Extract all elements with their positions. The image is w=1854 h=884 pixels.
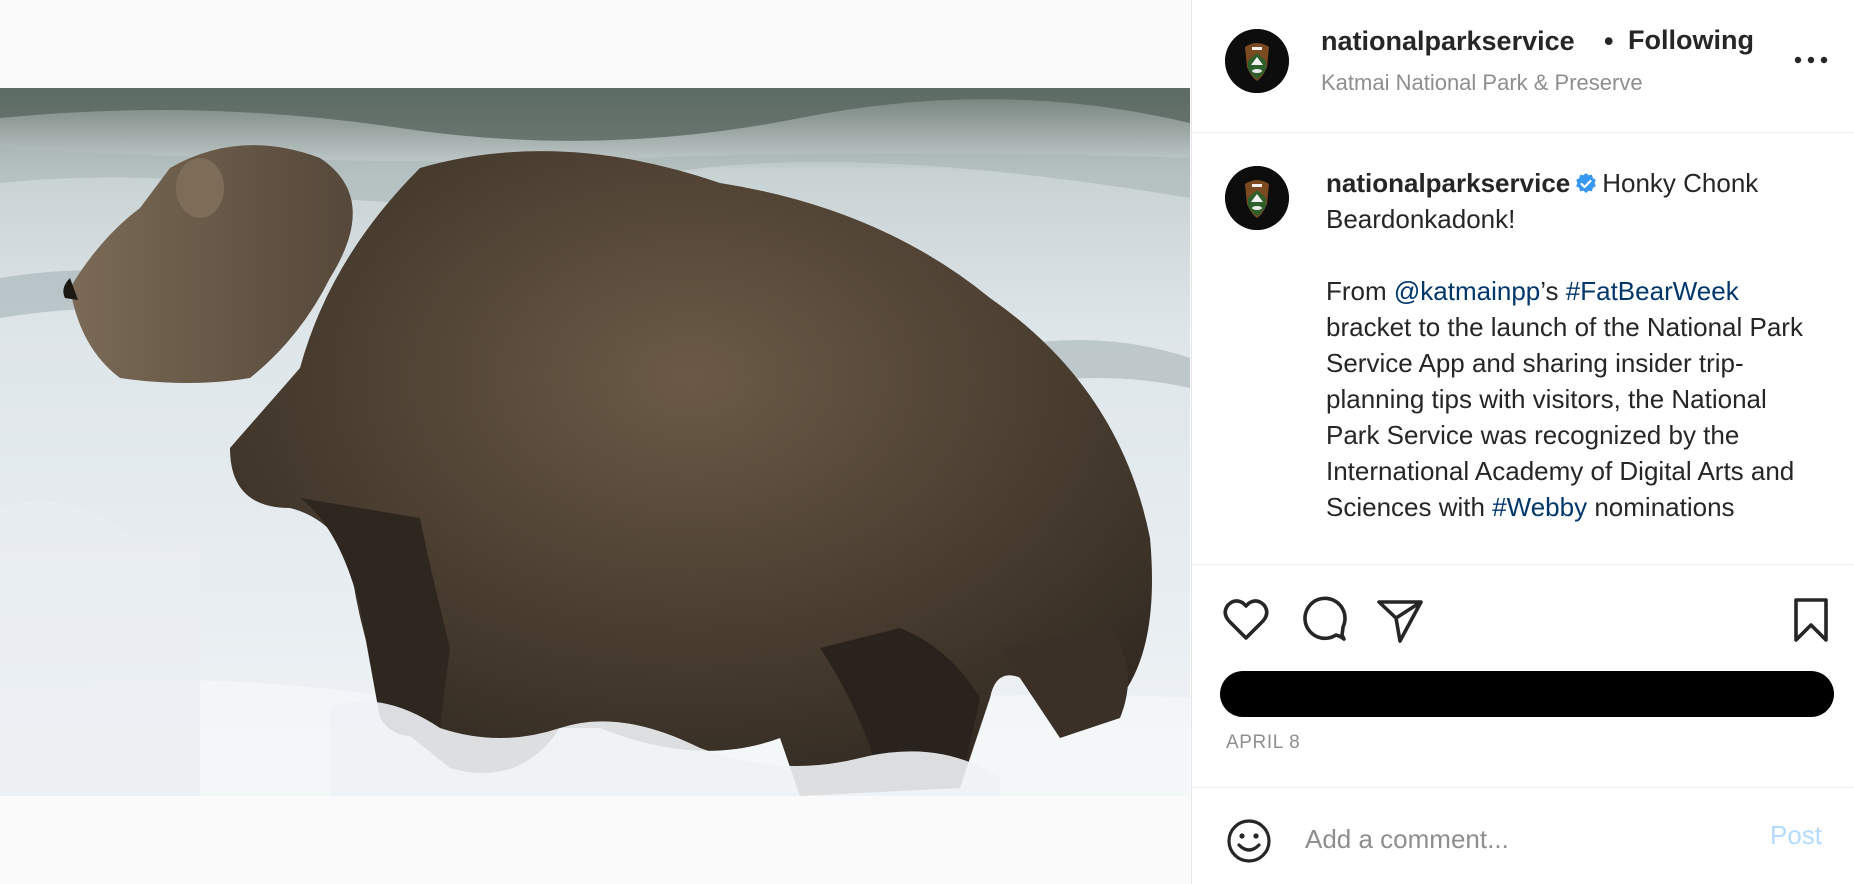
post-photo-bear[interactable] bbox=[0, 88, 1190, 796]
avatar[interactable] bbox=[1225, 166, 1289, 230]
post-comment-button[interactable]: Post bbox=[1770, 820, 1822, 851]
post-date[interactable]: APRIL 8 bbox=[1226, 732, 1300, 754]
mention-link[interactable]: @katmainpp bbox=[1394, 276, 1540, 306]
caption-text: bracket to the launch of the National Pa… bbox=[1326, 312, 1803, 522]
caption-area[interactable]: nationalparkservice Honky Chonk Beardonka… bbox=[1192, 133, 1854, 565]
more-horizontal-icon bbox=[1794, 56, 1828, 64]
action-bar bbox=[1192, 568, 1854, 668]
caption-body: From @katmainpp’s #FatBearWeek bracket t… bbox=[1326, 273, 1826, 525]
caption-text: nominations bbox=[1587, 492, 1735, 522]
separator-dot: • bbox=[1604, 26, 1614, 56]
post-header: nationalparkservice • Following Katmai N… bbox=[1192, 0, 1854, 133]
post-media-area bbox=[0, 0, 1190, 884]
emoji-button[interactable] bbox=[1225, 817, 1273, 865]
post-side-panel: nationalparkservice • Following Katmai N… bbox=[1191, 0, 1854, 884]
send-icon bbox=[1377, 600, 1423, 643]
comment-button[interactable] bbox=[1298, 594, 1350, 646]
caption-text: From bbox=[1326, 276, 1394, 306]
share-button[interactable] bbox=[1374, 594, 1426, 646]
save-button[interactable] bbox=[1785, 594, 1837, 646]
nps-arrowhead-logo-icon bbox=[1225, 166, 1289, 230]
comment-icon bbox=[1303, 596, 1347, 641]
like-button[interactable] bbox=[1220, 594, 1272, 646]
hashtag-link[interactable]: #FatBearWeek bbox=[1566, 276, 1739, 306]
comment-input[interactable] bbox=[1305, 816, 1745, 862]
emoji-icon bbox=[1227, 819, 1271, 863]
bookmark-icon bbox=[1794, 598, 1828, 642]
bear-in-river-image bbox=[0, 88, 1190, 796]
caption-text: ’s bbox=[1540, 276, 1566, 306]
header-username[interactable]: nationalparkservice bbox=[1321, 26, 1575, 57]
more-options-button[interactable] bbox=[1786, 40, 1836, 80]
avatar[interactable] bbox=[1225, 29, 1289, 93]
add-comment-section: Post bbox=[1192, 787, 1854, 884]
likes-count-redacted bbox=[1220, 671, 1834, 717]
nps-arrowhead-logo-icon bbox=[1225, 29, 1289, 93]
heart-icon bbox=[1223, 599, 1269, 640]
following-button[interactable]: Following bbox=[1628, 25, 1754, 56]
hashtag-link[interactable]: #Webby bbox=[1492, 492, 1587, 522]
location-link[interactable]: Katmai National Park & Preserve bbox=[1321, 70, 1643, 96]
verified-badge-icon bbox=[1576, 173, 1597, 193]
caption-username[interactable]: nationalparkservice bbox=[1326, 168, 1570, 198]
post-caption: nationalparkservice Honky Chonk Beardonka… bbox=[1326, 165, 1826, 525]
